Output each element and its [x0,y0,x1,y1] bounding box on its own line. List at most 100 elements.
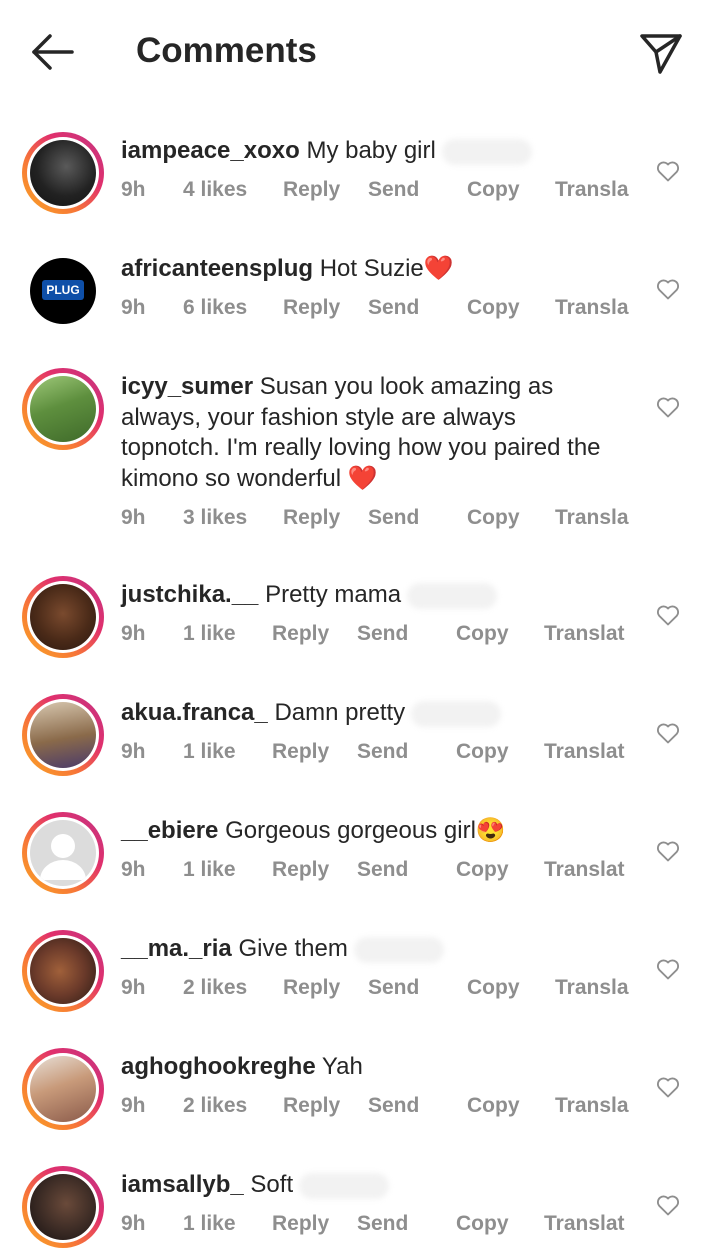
heart-icon[interactable] [656,160,680,182]
heart-icon[interactable] [656,958,680,980]
likes-count[interactable]: 2 likes [183,976,247,1000]
send-button[interactable]: Send [357,740,408,764]
comment-username[interactable]: iampeace_xoxo [121,137,300,164]
comment-username[interactable]: iamsallyb_ [121,1171,244,1198]
likes-count[interactable]: 1 like [183,622,236,646]
avatar-logo: PLUG [42,280,84,300]
send-button[interactable]: Send [357,858,408,882]
send-button[interactable]: Send [368,1094,419,1118]
send-button[interactable]: Send [368,296,419,320]
comment-time: 9h [121,622,146,645]
translate-button[interactable]: Transla [555,296,629,320]
blurred-region [299,1172,390,1199]
comment-text: akua.franca_ Damn pretty [121,698,611,729]
paper-plane-icon [640,34,682,74]
comment-body: Hot Suzie [319,255,424,282]
heart-emoji: ❤️ [423,255,454,282]
comment-time: 9h [121,976,146,999]
reply-button[interactable]: Reply [272,740,329,764]
comment-time: 9h [121,296,146,319]
comment-time: 9h [121,858,146,881]
likes-count[interactable]: 3 likes [183,506,247,530]
comment-body: Yah [321,1053,363,1080]
send-button[interactable]: Send [357,622,408,646]
avatar[interactable] [22,1048,104,1130]
comment-body: Pretty mama [265,581,402,608]
copy-button[interactable]: Copy [456,858,509,882]
comment-username[interactable]: __ma._ria [121,935,232,962]
avatar[interactable] [22,1166,104,1248]
comment-body: My baby girl [306,137,436,164]
avatar[interactable] [22,576,104,658]
blurred-region [353,936,444,963]
heart-icon[interactable] [656,1194,680,1216]
comment-text: icyy_sumer Susan you look amazing as alw… [121,372,611,494]
comment-username[interactable]: justchika.__ [121,581,258,608]
comment-username[interactable]: __ebiere [121,817,218,844]
avatar[interactable] [22,368,104,450]
heart-icon[interactable] [656,604,680,626]
heart-icon[interactable] [656,278,680,300]
likes-count[interactable]: 1 like [183,1212,236,1236]
copy-button[interactable]: Copy [456,622,509,646]
copy-button[interactable]: Copy [467,296,520,320]
comment-username[interactable]: icyy_sumer [121,373,253,400]
reply-button[interactable]: Reply [272,1212,329,1236]
heart-icon[interactable] [656,722,680,744]
copy-button[interactable]: Copy [467,1094,520,1118]
reply-button[interactable]: Reply [283,296,340,320]
copy-button[interactable]: Copy [467,976,520,1000]
comment-text: africanteensplug Hot Suzie❤️ [121,254,611,285]
likes-count[interactable]: 2 likes [183,1094,247,1118]
back-button[interactable] [28,30,76,74]
comment-text: iampeace_xoxo My baby girl [121,136,611,167]
comment-username[interactable]: akua.franca_ [121,699,268,726]
copy-button[interactable]: Copy [456,1212,509,1236]
likes-count[interactable]: 4 likes [183,178,247,202]
reply-button[interactable]: Reply [272,622,329,646]
reply-button[interactable]: Reply [283,1094,340,1118]
translate-button[interactable]: Translat [544,1212,625,1236]
send-button[interactable]: Send [368,976,419,1000]
comment-text: aghoghookreghe Yah [121,1052,611,1083]
comment-body: Soft [250,1171,294,1198]
reply-button[interactable]: Reply [283,178,340,202]
avatar[interactable] [22,812,104,894]
copy-button[interactable]: Copy [467,178,520,202]
avatar[interactable] [22,694,104,776]
comment-username[interactable]: africanteensplug [121,255,313,282]
heart-icon[interactable] [656,840,680,862]
reply-button[interactable]: Reply [283,506,340,530]
send-button[interactable]: Send [357,1212,408,1236]
blurred-region [407,582,498,609]
avatar[interactable]: PLUG [30,258,96,324]
comment-time: 9h [121,1212,146,1235]
send-button[interactable]: Send [368,506,419,530]
translate-button[interactable]: Transla [555,178,629,202]
translate-button[interactable]: Transla [555,1094,629,1118]
translate-button[interactable]: Transla [555,976,629,1000]
share-button[interactable] [636,28,686,76]
reply-button[interactable]: Reply [272,858,329,882]
comment-username[interactable]: aghoghookreghe [121,1053,316,1080]
translate-button[interactable]: Transla [555,506,629,530]
reply-button[interactable]: Reply [283,976,340,1000]
blurred-region [411,700,502,727]
likes-count[interactable]: 1 like [183,740,236,764]
heart-icon[interactable] [656,396,680,418]
heart-icon[interactable] [656,1076,680,1098]
copy-button[interactable]: Copy [456,740,509,764]
translate-button[interactable]: Translat [544,740,625,764]
send-button[interactable]: Send [368,178,419,202]
likes-count[interactable]: 6 likes [183,296,247,320]
comment-time: 9h [121,178,146,201]
arrow-left-icon [32,34,74,70]
avatar[interactable] [22,132,104,214]
translate-button[interactable]: Translat [544,622,625,646]
comment-time: 9h [121,740,146,763]
likes-count[interactable]: 1 like [183,858,236,882]
avatar[interactable] [22,930,104,1012]
comment-time: 9h [121,1094,146,1117]
copy-button[interactable]: Copy [467,506,520,530]
translate-button[interactable]: Translat [544,858,625,882]
